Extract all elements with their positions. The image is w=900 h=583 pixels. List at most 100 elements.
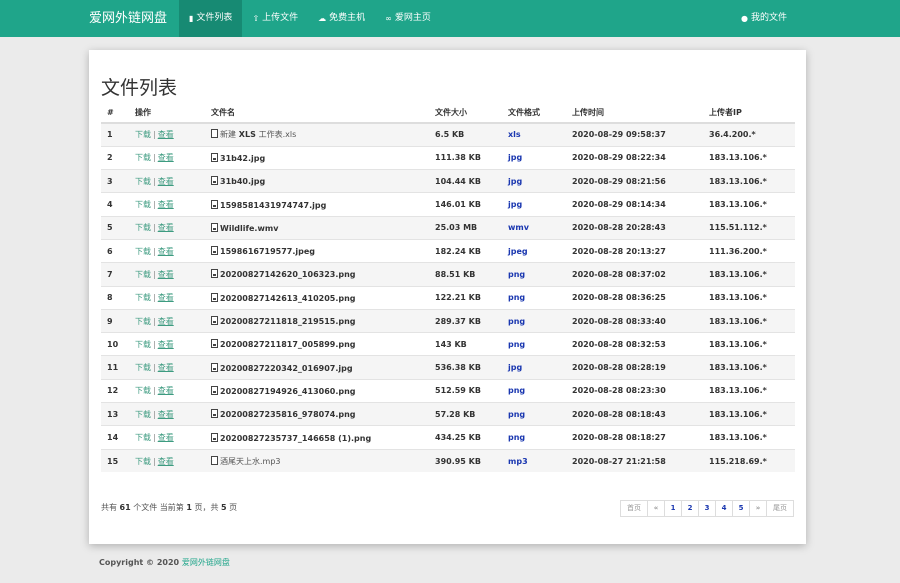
brand-logo[interactable]: 爱网外链网盘 xyxy=(0,0,179,37)
filename-part: XLS xyxy=(238,130,256,140)
nav-my-files[interactable]: ● 我的文件 xyxy=(731,0,797,37)
view-link[interactable]: 查看 xyxy=(158,410,174,419)
page-4-button[interactable]: 4 xyxy=(715,500,733,517)
nav-home[interactable]: ∞ 爱网主页 xyxy=(375,0,441,37)
download-link[interactable]: 下载 xyxy=(135,153,151,162)
view-link[interactable]: 查看 xyxy=(158,200,174,209)
row-size: 289.37 KB xyxy=(429,308,502,333)
file-count-summary: 共有 61 个文件 当前第 1 页，共 5 页 xyxy=(101,502,237,513)
download-link[interactable]: 下载 xyxy=(135,223,151,232)
row-filename[interactable]: 20200827211818_219515.png xyxy=(205,308,429,333)
row-format: png xyxy=(502,285,566,310)
view-link[interactable]: 查看 xyxy=(158,270,174,279)
download-link[interactable]: 下载 xyxy=(135,386,151,395)
file-icon xyxy=(211,199,218,209)
view-link[interactable]: 查看 xyxy=(158,363,174,372)
view-link[interactable]: 查看 xyxy=(158,457,174,466)
page-2-button[interactable]: 2 xyxy=(681,500,699,517)
download-link[interactable]: 下载 xyxy=(135,363,151,372)
page-5-button[interactable]: 5 xyxy=(732,500,750,517)
row-filename[interactable]: Wildlife.wmv xyxy=(205,215,429,240)
table-row: 7 下载 | 查看 20200827142620_106323.png 88.51 KB p… xyxy=(101,262,795,287)
row-format: mp3 xyxy=(502,448,566,473)
nav-file-list-label: 文件列表 xyxy=(196,13,233,23)
download-link[interactable]: 下载 xyxy=(135,457,151,466)
table-row: 1 下载 | 查看 新建 XLS 工作表.xls 6.5 KB xls 2020-08-29 … xyxy=(101,122,795,147)
row-upload-time: 2020-08-29 08:21:56 xyxy=(566,169,703,193)
last-page-button[interactable]: 尾页 xyxy=(766,500,794,517)
file-list-panel: 文件列表 # 操作 文件名 文件大小 文件格式 上传时间 上传者IP 1 下载 | 查… xyxy=(89,50,806,544)
row-size: 104.44 KB xyxy=(429,169,502,193)
nav-upload[interactable]: ⇧ 上传文件 xyxy=(242,0,308,37)
view-link[interactable]: 查看 xyxy=(158,223,174,232)
row-index: 6 xyxy=(101,238,129,263)
view-link[interactable]: 查看 xyxy=(158,433,174,442)
row-index: 3 xyxy=(101,169,129,193)
page-3-button[interactable]: 3 xyxy=(698,500,716,517)
download-link[interactable]: 下载 xyxy=(135,177,151,186)
row-size: 536.38 KB xyxy=(429,355,502,380)
file-table: # 操作 文件名 文件大小 文件格式 上传时间 上传者IP 1 下载 | 查看 新建 X… xyxy=(101,102,795,473)
row-uploader-ip: 115.51.112.* xyxy=(703,215,795,240)
download-link[interactable]: 下载 xyxy=(135,293,151,302)
prev-page-button[interactable]: « xyxy=(647,500,665,517)
row-size: 512.59 KB xyxy=(429,378,502,403)
view-link[interactable]: 查看 xyxy=(158,317,174,326)
nav-free-host[interactable]: ☁ 免费主机 xyxy=(308,0,375,37)
row-index: 9 xyxy=(101,308,129,333)
first-page-button[interactable]: 首页 xyxy=(620,500,648,517)
row-upload-time: 2020-08-29 08:14:34 xyxy=(566,192,703,217)
row-uploader-ip: 183.13.106.* xyxy=(703,308,795,333)
row-filename[interactable]: 20200827220342_016907.jpg xyxy=(205,355,429,380)
download-link[interactable]: 下载 xyxy=(135,130,151,139)
download-link[interactable]: 下载 xyxy=(135,433,151,442)
row-upload-time: 2020-08-29 08:22:34 xyxy=(566,145,703,170)
row-upload-time: 2020-08-28 08:23:30 xyxy=(566,378,703,403)
page-1-button[interactable]: 1 xyxy=(664,500,682,517)
col-actions: 操作 xyxy=(129,102,205,124)
row-filename[interactable]: 1598616719577.jpeg xyxy=(205,238,429,263)
row-filename[interactable]: 31b42.jpg xyxy=(205,145,429,170)
row-actions: 下载 | 查看 xyxy=(129,122,205,147)
row-filename[interactable]: 1598581431974747.jpg xyxy=(205,192,429,217)
row-filename[interactable]: 31b40.jpg xyxy=(205,169,429,193)
download-link[interactable]: 下载 xyxy=(135,270,151,279)
copyright: Copyright © 2020 爱网外链网盘 xyxy=(99,557,230,568)
action-separator: | xyxy=(153,223,156,233)
nav-file-list[interactable]: ▮ 文件列表 xyxy=(179,0,243,37)
file-icon xyxy=(211,432,218,442)
download-link[interactable]: 下载 xyxy=(135,200,151,209)
action-separator: | xyxy=(153,433,156,442)
table-row: 8 下载 | 查看 20200827142613_410205.png 122.21 KB… xyxy=(101,285,795,310)
row-uploader-ip: 111.36.200.* xyxy=(703,238,795,263)
row-actions: 下载 | 查看 xyxy=(129,238,205,263)
row-filename[interactable]: 20200827211817_005899.png xyxy=(205,332,429,356)
pagination: 首页 « 1 2 3 4 5 » 尾页 xyxy=(620,500,794,517)
view-link[interactable]: 查看 xyxy=(158,386,174,395)
download-link[interactable]: 下载 xyxy=(135,340,151,349)
view-link[interactable]: 查看 xyxy=(158,340,174,349)
download-link[interactable]: 下载 xyxy=(135,317,151,326)
row-filename[interactable]: 20200827142613_410205.png xyxy=(205,285,429,310)
row-upload-time: 2020-08-28 08:32:53 xyxy=(566,332,703,356)
view-link[interactable]: 查看 xyxy=(158,177,174,186)
file-icon xyxy=(211,316,218,326)
download-link[interactable]: 下载 xyxy=(135,410,151,419)
row-filename[interactable]: 20200827194926_413060.png xyxy=(205,378,429,403)
row-filename[interactable]: 新建 XLS 工作表.xls xyxy=(205,122,429,147)
row-upload-time: 2020-08-28 08:18:27 xyxy=(566,425,703,450)
row-filename[interactable]: 酒尾天上水.mp3 xyxy=(205,448,429,473)
row-format: jpg xyxy=(502,145,566,170)
top-navbar: 爱网外链网盘 ▮ 文件列表 ⇧ 上传文件 ☁ 免费主机 ∞ 爱网主页 ● 我的文… xyxy=(0,0,900,37)
row-filename[interactable]: 20200827235737_146658 (1).png xyxy=(205,425,429,450)
row-filename[interactable]: 20200827142620_106323.png xyxy=(205,262,429,287)
next-page-button[interactable]: » xyxy=(749,500,767,517)
view-link[interactable]: 查看 xyxy=(158,130,174,139)
table-row: 13 下载 | 查看 20200827235816_978074.png 57.28 KB… xyxy=(101,402,795,426)
view-link[interactable]: 查看 xyxy=(158,293,174,302)
download-link[interactable]: 下载 xyxy=(135,247,151,256)
view-link[interactable]: 查看 xyxy=(158,153,174,162)
view-link[interactable]: 查看 xyxy=(158,247,174,256)
footer-site-link[interactable]: 爱网外链网盘 xyxy=(182,558,230,567)
row-filename[interactable]: 20200827235816_978074.png xyxy=(205,402,429,426)
